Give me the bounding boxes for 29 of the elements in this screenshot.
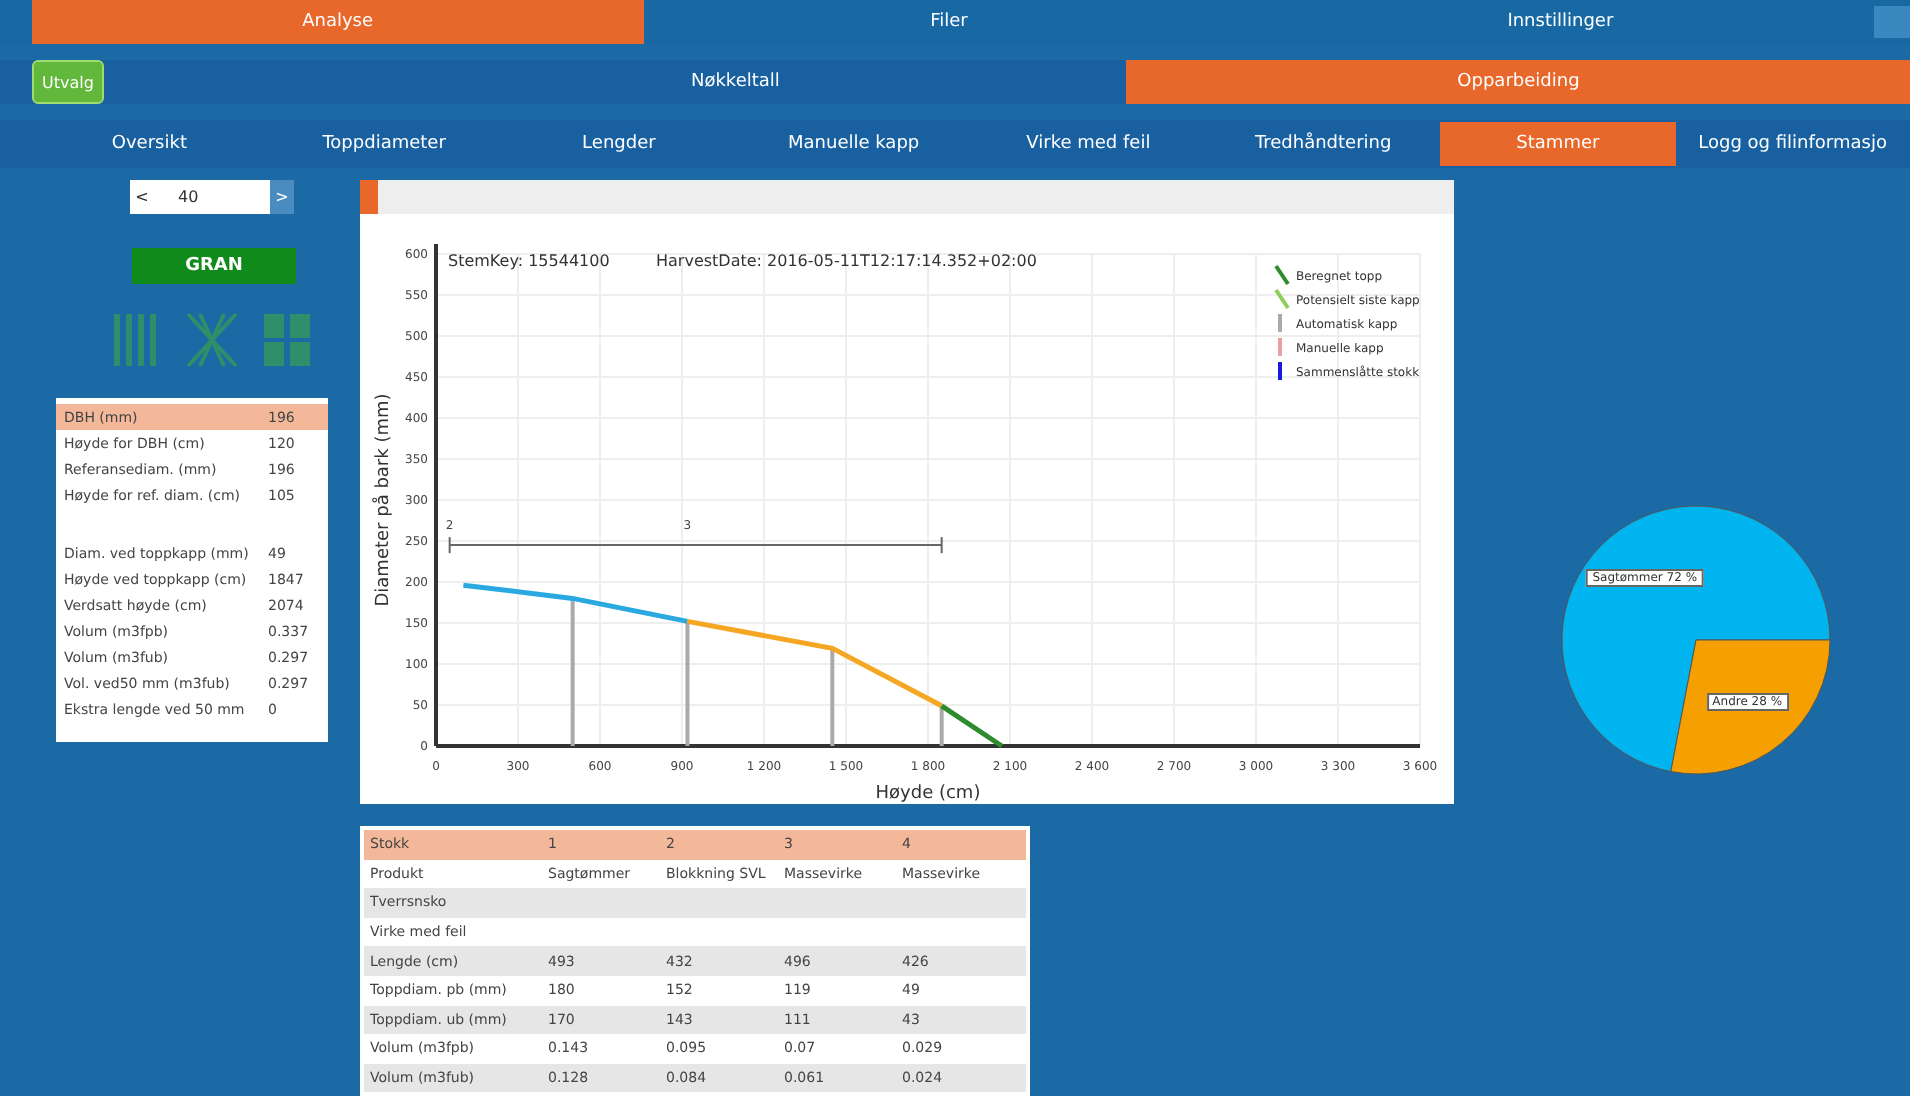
main-tab[interactable]: Analyse	[32, 0, 644, 44]
previous-button[interactable]: <	[130, 188, 154, 206]
cut-line	[939, 705, 944, 746]
cut-line	[685, 621, 690, 746]
main-tab[interactable]: Innstillinger	[1254, 0, 1867, 44]
stem-number: 40	[176, 188, 201, 206]
stem-picker[interactable]: < 40 >	[130, 180, 294, 214]
y-axis-title: Diameter på bark (mm)	[374, 393, 394, 607]
sub-tab[interactable]: Lengder	[501, 122, 737, 166]
harvest-date: HarvestDate: 2016-05-11T12:17:14.352+02:00	[656, 252, 1037, 270]
section-tab[interactable]: Nøkkeltall	[343, 60, 1127, 104]
main-tab[interactable]: Filer	[643, 0, 1255, 44]
window-button[interactable]	[1874, 6, 1910, 38]
sub-tab[interactable]: Manuelle kapp	[736, 122, 971, 166]
sub-tab[interactable]: Oversikt	[32, 122, 267, 166]
sub-tab[interactable]: Tredhåndtering	[1205, 122, 1441, 166]
next-button[interactable]: >	[270, 180, 294, 214]
sub-tab[interactable]: Virke med feil	[971, 122, 1206, 166]
sub-tab[interactable]: Logg og filinformasjo	[1675, 122, 1910, 166]
stem-key: StemKey: 15544100	[448, 252, 610, 270]
sub-tab[interactable]: Toppdiameter	[266, 122, 502, 166]
crossed-lines-icon[interactable]	[184, 310, 240, 370]
sub-tab[interactable]: Stammer	[1440, 122, 1676, 166]
grid-icon[interactable]	[260, 310, 316, 370]
section-tab[interactable]: Opparbeiding	[1126, 60, 1910, 104]
marker-icon	[360, 180, 378, 214]
x-axis-title: Høyde (cm)	[875, 784, 981, 802]
cut-line	[830, 648, 835, 746]
species-button[interactable]: GRAN	[132, 248, 296, 284]
